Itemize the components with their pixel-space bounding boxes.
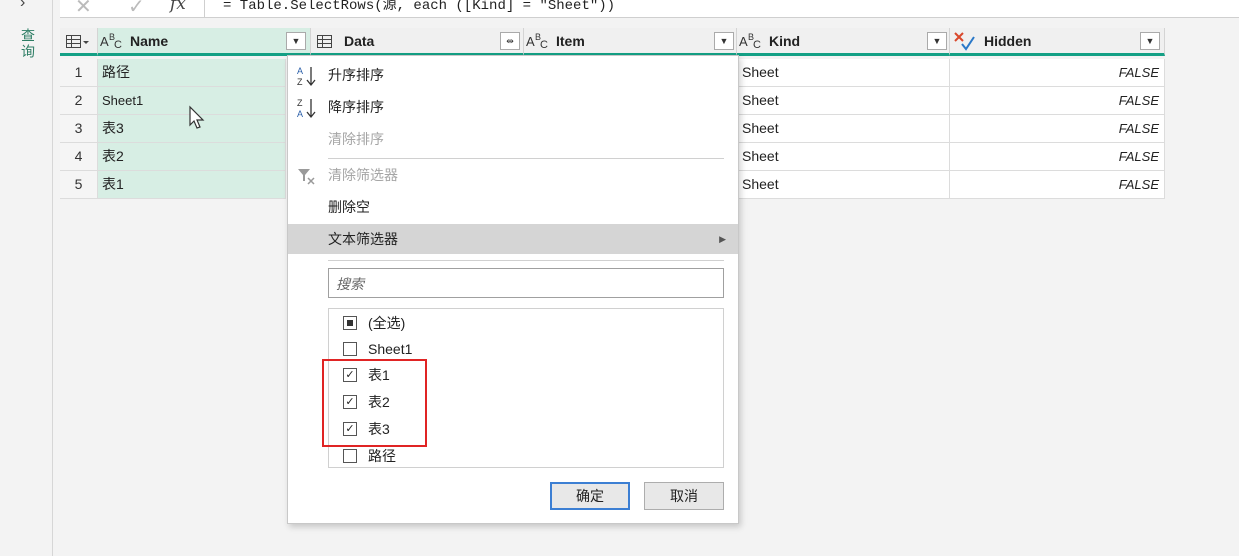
text-filters-label: 文本筛选器: [328, 231, 398, 247]
formula-bar-buttons: ✕ ✓ fx: [60, 0, 205, 18]
clear-filter-item[interactable]: 清除筛选器: [288, 160, 738, 190]
clear-filter-label: 清除筛选器: [328, 167, 398, 183]
column-item-label: Item: [556, 33, 585, 49]
mouse-cursor-icon: [189, 105, 205, 129]
queries-pane-label: 查询: [20, 28, 36, 60]
column-data-label: Data: [344, 33, 375, 49]
svg-text:Z: Z: [297, 98, 303, 108]
row-number[interactable]: 1: [60, 59, 98, 87]
kind-cell[interactable]: Sheet: [737, 115, 950, 143]
name-cell[interactable]: 表1: [98, 171, 286, 199]
logical-type-icon[interactable]: [954, 31, 976, 51]
row-number[interactable]: 4: [60, 143, 98, 171]
sort-descending-item[interactable]: Z A 降序排序: [288, 92, 738, 122]
svg-text:C: C: [540, 39, 548, 50]
kind-cell[interactable]: Sheet: [737, 59, 950, 87]
menu-divider: [328, 260, 724, 261]
cancel-formula-icon[interactable]: ✕: [75, 0, 92, 19]
formula-bar: ✕ ✓ fx = Table.SelectRows(源, each ([Kind…: [60, 0, 1239, 18]
filter-dropdown-menu: A Z 升序排序 Z A 降序排序 清除排序 清除筛选器 删除空 文本筛选器 ▶…: [287, 55, 739, 524]
svg-text:A: A: [526, 34, 535, 49]
column-hidden-label: Hidden: [984, 33, 1032, 49]
sort-descending-icon: Z A: [297, 98, 316, 119]
hidden-cell[interactable]: FALSE: [950, 59, 1165, 87]
hidden-cell[interactable]: FALSE: [950, 115, 1165, 143]
fx-icon[interactable]: fx: [170, 0, 186, 14]
column-header-hidden[interactable]: Hidden ▼: [950, 28, 1165, 56]
svg-text:C: C: [753, 39, 761, 50]
filter-search-input[interactable]: 搜索: [328, 268, 724, 298]
remove-empty-item[interactable]: 删除空: [288, 192, 738, 222]
ok-button[interactable]: 确定: [550, 482, 630, 510]
kind-cell[interactable]: Sheet: [737, 143, 950, 171]
column-header-data[interactable]: Data ⇹: [311, 28, 524, 56]
name-cell[interactable]: 表2: [98, 143, 286, 171]
sort-ascending-icon: A Z: [297, 66, 316, 87]
kind-filter-applied-icon[interactable]: ▼: [927, 32, 947, 50]
hidden-cell[interactable]: FALSE: [950, 143, 1165, 171]
clear-filter-icon: [298, 169, 315, 185]
svg-text:A: A: [297, 66, 303, 76]
list-item-label: (全选): [368, 315, 406, 331]
menu-divider: [328, 158, 724, 159]
search-placeholder: 搜索: [336, 276, 364, 292]
cancel-button[interactable]: 取消: [644, 482, 724, 510]
column-header-kind[interactable]: A B C Kind ▼: [737, 28, 950, 56]
commit-formula-icon[interactable]: ✓: [128, 0, 145, 19]
checkbox-unchecked[interactable]: [343, 449, 357, 463]
hidden-cell[interactable]: FALSE: [950, 171, 1165, 199]
column-header-item[interactable]: A B C Item ▼: [524, 28, 737, 56]
checkbox-unchecked[interactable]: [343, 342, 357, 356]
formula-input[interactable]: = Table.SelectRows(源, each ([Kind] = "Sh…: [223, 0, 615, 14]
highlight-annotation: [322, 359, 427, 447]
clear-sort-label: 清除排序: [328, 131, 384, 147]
remove-empty-label: 删除空: [328, 199, 370, 215]
svg-text:A: A: [739, 34, 748, 49]
row-number[interactable]: 3: [60, 115, 98, 143]
column-header-name[interactable]: A B C Name ▼: [98, 28, 311, 56]
submenu-arrow-icon: ▶: [719, 234, 726, 244]
svg-text:A: A: [100, 34, 109, 49]
text-type-icon[interactable]: A B C: [100, 32, 126, 50]
svg-text:A: A: [297, 109, 303, 119]
clear-sort-item[interactable]: 清除排序: [288, 124, 738, 154]
table-menu-icon[interactable]: [66, 35, 90, 49]
hidden-filter-dropdown-icon[interactable]: ▼: [1140, 32, 1160, 50]
svg-text:C: C: [114, 39, 122, 50]
text-filters-item[interactable]: 文本筛选器 ▶: [288, 224, 738, 254]
sort-ascending-item[interactable]: A Z 升序排序: [288, 60, 738, 90]
table-corner-menu[interactable]: [60, 28, 98, 56]
kind-cell[interactable]: Sheet: [737, 171, 950, 199]
name-cell[interactable]: 路径: [98, 59, 286, 87]
expand-column-icon[interactable]: ⇹: [500, 32, 520, 50]
sort-ascending-label: 升序排序: [328, 67, 384, 83]
row-number[interactable]: 5: [60, 171, 98, 199]
row-number[interactable]: 2: [60, 87, 98, 115]
svg-text:Z: Z: [297, 77, 303, 87]
checkbox-partial[interactable]: [343, 316, 357, 330]
text-type-icon[interactable]: A B C: [739, 32, 765, 50]
item-filter-dropdown-icon[interactable]: ▼: [714, 32, 734, 50]
hidden-cell[interactable]: FALSE: [950, 87, 1165, 115]
sort-descending-label: 降序排序: [328, 99, 384, 115]
queries-pane[interactable]: › 查询: [0, 0, 53, 556]
column-kind-label: Kind: [769, 33, 801, 49]
table-type-icon: [317, 35, 332, 48]
text-type-icon[interactable]: A B C: [526, 32, 552, 50]
kind-cell[interactable]: Sheet: [737, 87, 950, 115]
expand-chevron-icon[interactable]: ›: [20, 0, 25, 12]
column-name-label: Name: [130, 33, 169, 49]
name-filter-dropdown-icon[interactable]: ▼: [286, 32, 306, 50]
